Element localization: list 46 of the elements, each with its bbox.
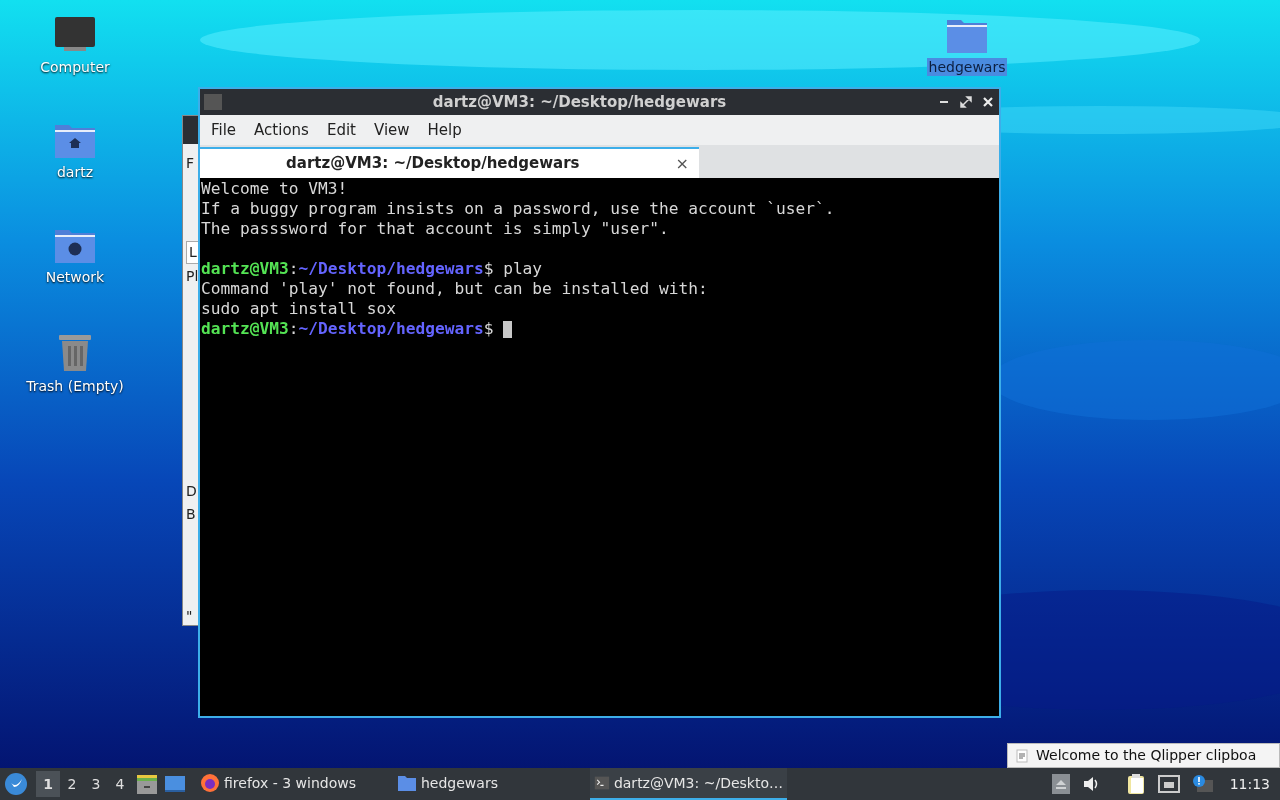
- start-menu-icon[interactable]: [4, 772, 28, 796]
- taskbar-button[interactable]: firefox - 3 windows: [196, 768, 393, 800]
- network-icon[interactable]: [1157, 774, 1180, 794]
- tab-close-button[interactable]: ×: [665, 151, 699, 176]
- window-text: F: [186, 154, 195, 173]
- menu-item[interactable]: Actions: [245, 118, 318, 142]
- folder-icon: [397, 774, 417, 792]
- close-icon[interactable]: [981, 95, 995, 109]
- terminal-line: If a buggy program insists on a password, use the account `user`.: [201, 197, 835, 220]
- menu-item[interactable]: View: [364, 118, 419, 142]
- notification-text: Welcome to the Qlipper clipboa: [1036, 746, 1257, 765]
- clock[interactable]: 11:13: [1229, 773, 1270, 795]
- terminal-line: sudo apt install sox: [201, 297, 396, 320]
- firefox-icon: [200, 773, 220, 793]
- window-text: ": [186, 607, 193, 626]
- menu-item[interactable]: Edit: [317, 118, 365, 142]
- notification-popup[interactable]: Welcome to the Qlipper clipboa: [1007, 743, 1280, 768]
- window-title: dartz@VM3: ~/Desktop/hedgewars: [431, 91, 728, 113]
- window-text: B: [186, 505, 196, 524]
- menu-item[interactable]: File: [202, 118, 246, 142]
- terminal-line: The passsword for that account is simply "user".: [201, 217, 669, 240]
- taskbar-button[interactable]: dartz@VM3: ~/Deskto…: [590, 768, 787, 800]
- taskbar-button[interactable]: hedgewars: [393, 768, 590, 800]
- workspace-button[interactable]: 4: [108, 771, 132, 797]
- terminal-line: Command 'play' not found, but can be installed with:: [201, 277, 708, 300]
- menu-item[interactable]: Help: [418, 118, 471, 142]
- maximize-icon[interactable]: [959, 95, 973, 109]
- clipboard-icon[interactable]: [1125, 773, 1146, 795]
- desktop-icon-label[interactable]: hedgewars: [926, 58, 1008, 76]
- window-text: Pl: [186, 267, 199, 286]
- desktop-icon-label[interactable]: Trash (Empty): [24, 377, 126, 395]
- file-cabinet-icon[interactable]: [136, 773, 158, 795]
- terminal-line: dartz@VM3:~/Desktop/hedgewars$: [201, 317, 495, 340]
- terminal-line: Welcome to VM3!: [201, 178, 348, 200]
- workspace-button[interactable]: 2: [60, 771, 84, 797]
- desktop-icon[interactable]: [164, 773, 186, 795]
- workspace-button[interactable]: 3: [84, 771, 108, 797]
- terminal-tab[interactable]: dartz@VM3: ~/Desktop/hedgewars ×: [200, 147, 699, 178]
- document-icon: [1016, 748, 1028, 763]
- window-text: D: [186, 482, 197, 501]
- desktop-icon-label[interactable]: Network: [43, 268, 107, 286]
- monitor-icon: [54, 16, 96, 54]
- workspace-button[interactable]: 1: [36, 771, 60, 797]
- terminal-line: dartz@VM3:~/Desktop/hedgewars$ play: [201, 257, 543, 280]
- alert-icon[interactable]: [1191, 774, 1214, 794]
- eject-icon[interactable]: [1051, 774, 1070, 794]
